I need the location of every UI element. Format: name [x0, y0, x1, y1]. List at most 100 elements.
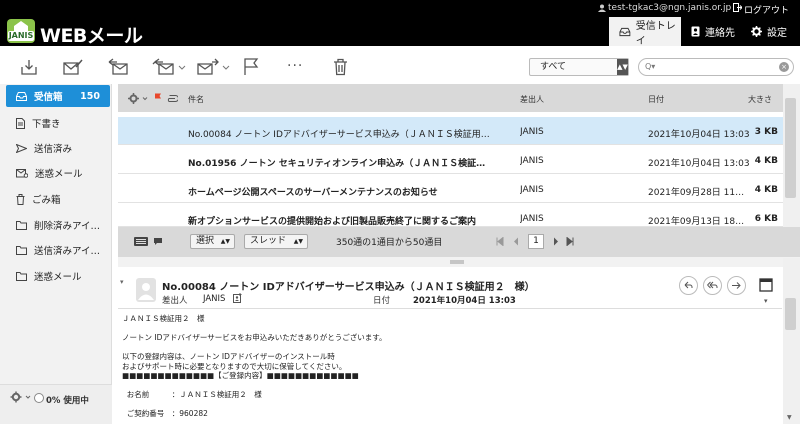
unread-count-badge: 150 — [80, 90, 100, 102]
attachment-column-icon[interactable] — [166, 95, 178, 102]
app-title: WEBメール — [40, 25, 143, 47]
message-list-header — [118, 84, 783, 112]
folder-icon — [16, 271, 27, 281]
flag-button[interactable] — [243, 58, 259, 76]
column-header-subject[interactable]: 件名 — [188, 94, 204, 105]
add-contact-icon[interactable] — [233, 293, 242, 303]
folder-deleted-items-label: 削除済みアイ… — [34, 221, 101, 232]
receive-mail-button[interactable] — [20, 58, 38, 76]
forward-button[interactable] — [197, 58, 231, 76]
reply-all-button[interactable] — [152, 58, 186, 76]
message-row[interactable]: No.01956 ノートン セキュリティオンライン申込み（ＪＡＮＩＳ検証… JA… — [118, 146, 783, 174]
message-row[interactable]: 新オプションサービスの提供開始および旧製品販売終了に関するご案内 JANIS 2… — [118, 204, 783, 227]
preview-from[interactable]: JANIS — [203, 294, 225, 304]
preview-reply-button[interactable] — [679, 276, 698, 295]
delete-button[interactable] — [333, 58, 348, 76]
folder-junk[interactable]: 迷惑メール — [6, 265, 110, 287]
nav-tab-contacts[interactable]: 連絡先 — [681, 17, 741, 46]
folder-spam[interactable]: 迷惑メール — [6, 162, 110, 184]
folder-sent[interactable]: 送信済み — [6, 137, 110, 159]
user-email: test-tgkac3@ngn.janis.or.jp — [608, 3, 732, 13]
clear-search-icon[interactable]: × — [779, 62, 789, 72]
logout-icon — [733, 3, 742, 12]
message-subject: ホームページ公開スペースのサーバーメンテナンスのお知らせ — [188, 188, 438, 198]
compose-icon — [63, 59, 83, 75]
message-from: JANIS — [520, 185, 544, 195]
nav-tab-settings[interactable]: 設定 — [741, 17, 800, 46]
last-page-button[interactable] — [566, 237, 574, 246]
send-icon — [16, 143, 27, 153]
folder-sent-items-label: 送信済みアイ… — [34, 246, 101, 257]
thread-dropdown[interactable]: スレッド ▲▼ — [244, 234, 308, 249]
reply-icon — [108, 58, 128, 75]
folder-sent-items[interactable]: 送信済みアイ… — [6, 239, 110, 261]
sender-avatar — [136, 278, 156, 302]
preview-reply-all-button[interactable] — [703, 276, 722, 295]
collapse-header-icon[interactable]: ▾ — [120, 278, 124, 286]
nav-tab-inbox-label: 受信トレイ — [635, 20, 676, 47]
compose-button[interactable] — [63, 58, 83, 76]
window-icon — [759, 278, 773, 292]
search-input[interactable]: Q▾ × — [638, 58, 794, 76]
next-page-button[interactable] — [553, 237, 559, 246]
column-header-from[interactable]: 差出人 — [520, 94, 544, 105]
logo-text: JANIS — [8, 31, 34, 41]
select-dropdown-label: 選択 — [196, 236, 215, 246]
select-dropdown[interactable]: 選択 ▲▼ — [190, 234, 235, 249]
reply-button[interactable] — [108, 58, 130, 76]
flag-icon — [244, 58, 259, 75]
filter-select-arrow-icon[interactable]: ▲▼ — [617, 59, 628, 75]
flag-column-icon[interactable] — [154, 93, 162, 103]
message-size: 4 KB — [754, 156, 778, 166]
preview-date: 2021年10月04日 13:03 — [413, 296, 516, 306]
prev-page-icon — [514, 237, 518, 246]
message-from: JANIS — [520, 214, 544, 224]
folder-trash[interactable]: ごみ箱 — [6, 188, 110, 210]
gear-icon — [751, 26, 762, 37]
folder-drafts[interactable]: 下書き — [6, 112, 110, 134]
inbox-icon — [16, 91, 27, 101]
download-tray-icon — [21, 60, 37, 75]
message-from: JANIS — [520, 127, 544, 137]
scroll-down-arrow-icon[interactable]: ▼ — [787, 414, 792, 421]
list-view-toggle[interactable] — [134, 236, 166, 247]
column-header-date[interactable]: 日付 — [648, 94, 664, 105]
message-row[interactable]: No.00084 ノートン IDアドバイザーサービス申込み（ＪＡＮＩＳ検証用… … — [118, 117, 783, 145]
quota-usage: 0% 使用中 — [46, 396, 89, 406]
first-page-icon — [496, 237, 504, 246]
logout-link[interactable]: ログアウト — [744, 3, 789, 16]
folder-junk-label: 迷惑メール — [34, 272, 82, 283]
search-icon: Q▾ — [645, 62, 656, 71]
folder-deleted-items[interactable]: 削除済みアイ… — [6, 214, 110, 236]
list-options-button[interactable] — [128, 93, 150, 104]
folder-inbox[interactable]: 受信箱 150 — [6, 85, 110, 107]
expand-header-icon[interactable]: ▾ — [764, 297, 768, 305]
message-row[interactable]: ホームページ公開スペースのサーバーメンテナンスのお知らせ JANIS 2021年… — [118, 175, 783, 203]
gear-icon — [128, 93, 148, 104]
message-size: 4 KB — [754, 185, 778, 195]
gear-icon — [10, 391, 31, 403]
prev-page-button[interactable] — [513, 237, 519, 246]
message-from: JANIS — [520, 156, 544, 166]
folder-options-button[interactable] — [10, 391, 32, 403]
message-list-scroll-thumb[interactable] — [785, 98, 796, 198]
message-size: 3 KB — [754, 127, 778, 137]
open-in-window-button[interactable] — [759, 278, 773, 292]
more-button[interactable]: ··· — [287, 58, 303, 74]
drag-handle-icon — [450, 260, 464, 264]
message-subject: 新オプションサービスの提供開始および旧製品販売終了に関するご案内 — [188, 217, 477, 227]
column-header-size[interactable]: 大きさ — [748, 94, 772, 105]
preview-scroll-thumb[interactable] — [785, 298, 796, 330]
message-size: 6 KB — [754, 214, 778, 224]
page-number-input[interactable]: 1 — [528, 234, 544, 249]
preview-scrollbar[interactable] — [783, 258, 800, 424]
inbox-tray-icon — [619, 27, 631, 36]
thread-dropdown-label: スレッド — [250, 236, 287, 246]
nav-tab-inbox[interactable]: 受信トレイ — [609, 17, 681, 47]
first-page-button[interactable] — [496, 237, 504, 246]
preview-forward-button[interactable] — [727, 276, 746, 295]
filter-select[interactable]: すべて — [529, 58, 629, 76]
message-subject: No.01956 ノートン セキュリティオンライン申込み（ＪＡＮＩＳ検証… — [188, 159, 486, 169]
nav-tab-contacts-label: 連絡先 — [705, 28, 735, 39]
pane-resize-handle[interactable] — [118, 257, 800, 267]
